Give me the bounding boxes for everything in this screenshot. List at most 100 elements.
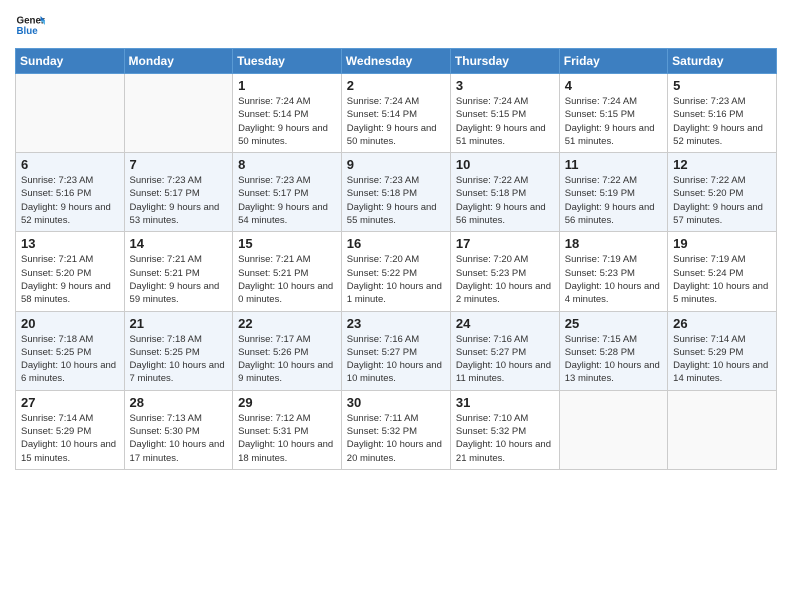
calendar-cell: 11 Sunrise: 7:22 AM Sunset: 5:19 PM Dayli… xyxy=(559,153,667,232)
day-info: Sunrise: 7:12 AM Sunset: 5:31 PM Dayligh… xyxy=(238,412,336,465)
day-info: Sunrise: 7:14 AM Sunset: 5:29 PM Dayligh… xyxy=(21,412,119,465)
day-info: Sunrise: 7:21 AM Sunset: 5:21 PM Dayligh… xyxy=(238,253,336,306)
calendar-cell: 17Sunrise: 7:20 AM Sunset: 5:23 PM Dayli… xyxy=(450,232,559,311)
weekday-header: Wednesday xyxy=(341,49,450,74)
day-info: Sunrise: 7:21 AM Sunset: 5:20 PM Dayligh… xyxy=(21,253,119,306)
calendar-cell: 20 Sunrise: 7:18 AM Sunset: 5:25 PM Dayli… xyxy=(16,311,125,390)
calendar-cell: 5Sunrise: 7:23 AM Sunset: 5:16 PM Daylig… xyxy=(668,74,777,153)
day-number: 16 xyxy=(347,236,445,251)
weekday-header: Saturday xyxy=(668,49,777,74)
calendar-cell: 30 Sunrise: 7:11 AM Sunset: 5:32 PM Dayli… xyxy=(341,390,450,469)
day-number: 8 xyxy=(238,157,336,172)
calendar-cell: 23 Sunrise: 7:16 AM Sunset: 5:27 PM Dayli… xyxy=(341,311,450,390)
day-info: Sunrise: 7:23 AM Sunset: 5:17 PM Dayligh… xyxy=(238,174,336,227)
calendar-cell: 9 Sunrise: 7:23 AM Sunset: 5:18 PM Daylig… xyxy=(341,153,450,232)
calendar-cell: 10 Sunrise: 7:22 AM Sunset: 5:18 PM Dayli… xyxy=(450,153,559,232)
day-number: 25 xyxy=(565,316,662,331)
day-info: Sunrise: 7:15 AM Sunset: 5:28 PM Dayligh… xyxy=(565,333,662,386)
calendar-cell xyxy=(16,74,125,153)
day-info: Sunrise: 7:20 AM Sunset: 5:22 PM Dayligh… xyxy=(347,253,445,306)
day-info: Sunrise: 7:21 AM Sunset: 5:21 PM Dayligh… xyxy=(130,253,228,306)
calendar-cell: 21 Sunrise: 7:18 AM Sunset: 5:25 PM Dayli… xyxy=(124,311,233,390)
day-number: 4 xyxy=(565,78,662,93)
day-number: 20 xyxy=(21,316,119,331)
calendar-cell: 2 Sunrise: 7:24 AM Sunset: 5:14 PM Daylig… xyxy=(341,74,450,153)
day-number: 30 xyxy=(347,395,445,410)
day-number: 10 xyxy=(456,157,554,172)
calendar-cell: 12 Sunrise: 7:22 AM Sunset: 5:20 PM Dayli… xyxy=(668,153,777,232)
day-info: Sunrise: 7:18 AM Sunset: 5:25 PM Dayligh… xyxy=(130,333,228,386)
day-number: 26 xyxy=(673,316,771,331)
calendar-week-row: 20 Sunrise: 7:18 AM Sunset: 5:25 PM Dayli… xyxy=(16,311,777,390)
day-number: 28 xyxy=(130,395,228,410)
day-info: Sunrise: 7:16 AM Sunset: 5:27 PM Dayligh… xyxy=(347,333,445,386)
calendar-cell xyxy=(124,74,233,153)
day-number: 2 xyxy=(347,78,445,93)
day-info: Sunrise: 7:14 AM Sunset: 5:29 PM Dayligh… xyxy=(673,333,771,386)
day-info: Sunrise: 7:23 AM Sunset: 5:18 PM Dayligh… xyxy=(347,174,445,227)
day-number: 24 xyxy=(456,316,554,331)
calendar-cell: 22Sunrise: 7:17 AM Sunset: 5:26 PM Dayli… xyxy=(233,311,342,390)
calendar-cell: 29 Sunrise: 7:12 AM Sunset: 5:31 PM Dayli… xyxy=(233,390,342,469)
day-info: Sunrise: 7:24 AM Sunset: 5:15 PM Dayligh… xyxy=(456,95,554,148)
calendar-cell: 26 Sunrise: 7:14 AM Sunset: 5:29 PM Dayli… xyxy=(668,311,777,390)
day-info: Sunrise: 7:23 AM Sunset: 5:17 PM Dayligh… xyxy=(130,174,228,227)
weekday-header: Thursday xyxy=(450,49,559,74)
day-number: 6 xyxy=(21,157,119,172)
day-info: Sunrise: 7:23 AM Sunset: 5:16 PM Dayligh… xyxy=(21,174,119,227)
calendar-cell: 16 Sunrise: 7:20 AM Sunset: 5:22 PM Dayli… xyxy=(341,232,450,311)
calendar-cell: 4 Sunrise: 7:24 AM Sunset: 5:15 PM Daylig… xyxy=(559,74,667,153)
day-number: 31 xyxy=(456,395,554,410)
day-info: Sunrise: 7:24 AM Sunset: 5:14 PM Dayligh… xyxy=(238,95,336,148)
day-info: Sunrise: 7:10 AM Sunset: 5:32 PM Dayligh… xyxy=(456,412,554,465)
logo-icon: General Blue xyxy=(15,10,45,40)
day-number: 7 xyxy=(130,157,228,172)
day-info: Sunrise: 7:22 AM Sunset: 5:20 PM Dayligh… xyxy=(673,174,771,227)
calendar-cell xyxy=(668,390,777,469)
day-info: Sunrise: 7:22 AM Sunset: 5:18 PM Dayligh… xyxy=(456,174,554,227)
day-info: Sunrise: 7:18 AM Sunset: 5:25 PM Dayligh… xyxy=(21,333,119,386)
calendar-cell: 15Sunrise: 7:21 AM Sunset: 5:21 PM Dayli… xyxy=(233,232,342,311)
calendar-cell xyxy=(559,390,667,469)
calendar-cell: 8 Sunrise: 7:23 AM Sunset: 5:17 PM Daylig… xyxy=(233,153,342,232)
day-info: Sunrise: 7:24 AM Sunset: 5:15 PM Dayligh… xyxy=(565,95,662,148)
day-info: Sunrise: 7:19 AM Sunset: 5:24 PM Dayligh… xyxy=(673,253,771,306)
day-number: 19 xyxy=(673,236,771,251)
day-number: 22 xyxy=(238,316,336,331)
calendar-cell: 7 Sunrise: 7:23 AM Sunset: 5:17 PM Daylig… xyxy=(124,153,233,232)
day-number: 11 xyxy=(565,157,662,172)
day-number: 13 xyxy=(21,236,119,251)
day-number: 14 xyxy=(130,236,228,251)
day-number: 17 xyxy=(456,236,554,251)
calendar-header-row: SundayMondayTuesdayWednesdayThursdayFrid… xyxy=(16,49,777,74)
day-number: 29 xyxy=(238,395,336,410)
calendar-cell: 31 Sunrise: 7:10 AM Sunset: 5:32 PM Dayli… xyxy=(450,390,559,469)
calendar-cell: 28 Sunrise: 7:13 AM Sunset: 5:30 PM Dayli… xyxy=(124,390,233,469)
calendar-cell: 24 Sunrise: 7:16 AM Sunset: 5:27 PM Dayli… xyxy=(450,311,559,390)
weekday-header: Sunday xyxy=(16,49,125,74)
calendar-week-row: 13 Sunrise: 7:21 AM Sunset: 5:20 PM Dayli… xyxy=(16,232,777,311)
calendar-week-row: 27 Sunrise: 7:14 AM Sunset: 5:29 PM Dayli… xyxy=(16,390,777,469)
day-number: 23 xyxy=(347,316,445,331)
calendar-cell: 14 Sunrise: 7:21 AM Sunset: 5:21 PM Dayli… xyxy=(124,232,233,311)
calendar-cell: 1Sunrise: 7:24 AM Sunset: 5:14 PM Daylig… xyxy=(233,74,342,153)
day-number: 12 xyxy=(673,157,771,172)
day-info: Sunrise: 7:24 AM Sunset: 5:14 PM Dayligh… xyxy=(347,95,445,148)
calendar-cell: 25 Sunrise: 7:15 AM Sunset: 5:28 PM Dayli… xyxy=(559,311,667,390)
calendar-table: SundayMondayTuesdayWednesdayThursdayFrid… xyxy=(15,48,777,470)
day-number: 9 xyxy=(347,157,445,172)
day-info: Sunrise: 7:16 AM Sunset: 5:27 PM Dayligh… xyxy=(456,333,554,386)
svg-text:Blue: Blue xyxy=(17,26,39,37)
day-info: Sunrise: 7:11 AM Sunset: 5:32 PM Dayligh… xyxy=(347,412,445,465)
day-info: Sunrise: 7:13 AM Sunset: 5:30 PM Dayligh… xyxy=(130,412,228,465)
day-number: 21 xyxy=(130,316,228,331)
weekday-header: Friday xyxy=(559,49,667,74)
page-header: General Blue xyxy=(15,10,777,40)
day-number: 3 xyxy=(456,78,554,93)
weekday-header: Tuesday xyxy=(233,49,342,74)
calendar-week-row: 1Sunrise: 7:24 AM Sunset: 5:14 PM Daylig… xyxy=(16,74,777,153)
calendar-cell: 6 Sunrise: 7:23 AM Sunset: 5:16 PM Daylig… xyxy=(16,153,125,232)
day-number: 27 xyxy=(21,395,119,410)
day-info: Sunrise: 7:22 AM Sunset: 5:19 PM Dayligh… xyxy=(565,174,662,227)
calendar-cell: 3 Sunrise: 7:24 AM Sunset: 5:15 PM Daylig… xyxy=(450,74,559,153)
